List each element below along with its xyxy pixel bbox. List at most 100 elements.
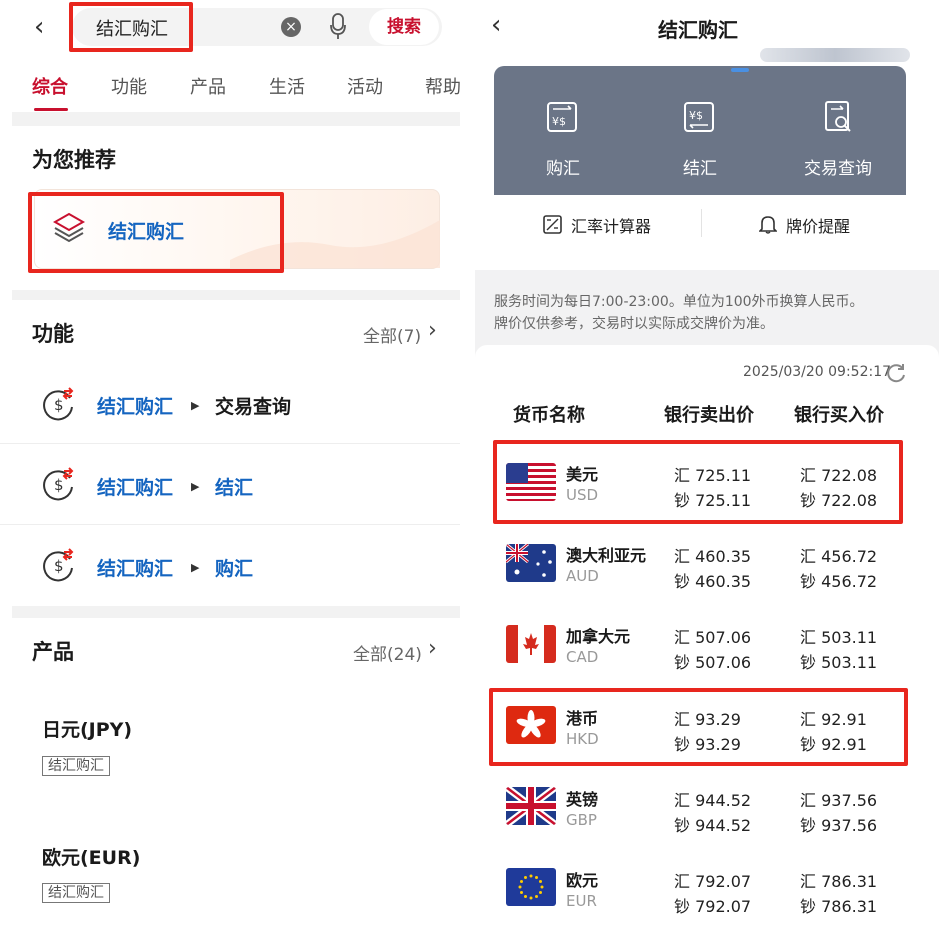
rate-type-cash: 钞: [800, 897, 817, 916]
search-query-highlight: [69, 2, 193, 52]
chevron-right-icon[interactable]: ›: [428, 636, 437, 661]
clear-icon[interactable]: ×: [281, 17, 301, 37]
svg-text:¥$: ¥$: [552, 115, 566, 128]
svg-text:¥$: ¥$: [689, 109, 703, 122]
functions-more-link[interactable]: 全部(7): [363, 322, 421, 347]
bell-icon[interactable]: [759, 214, 777, 234]
calculator-icon[interactable]: [543, 215, 562, 234]
tab-functions[interactable]: 功能: [111, 73, 147, 99]
tab-products[interactable]: 产品: [190, 73, 226, 99]
tab-help[interactable]: 帮助: [425, 73, 461, 99]
sell-fx-label[interactable]: 结汇: [683, 154, 717, 179]
product-tag: 结汇购汇: [42, 883, 110, 903]
transaction-query-icon[interactable]: [821, 100, 855, 134]
header-currency-name: 货币名称: [513, 405, 585, 426]
triangle-right-icon: ▶: [191, 561, 200, 574]
rate-type-cash: 钞: [800, 653, 817, 672]
buy-transfer-rate: 786.31: [821, 872, 878, 891]
usd-row-highlight: [493, 440, 903, 524]
tab-life[interactable]: 生活: [269, 73, 305, 99]
buy-cash-rate: 503.11: [821, 653, 878, 672]
layers-icon: [52, 212, 86, 243]
section-divider: [12, 112, 460, 126]
carousel-indicator: [731, 68, 749, 72]
back-chevron-icon[interactable]: ‹: [34, 14, 44, 40]
transaction-query-label[interactable]: 交易查询: [804, 154, 872, 179]
sell-cash-rate: 507.06: [695, 653, 752, 672]
currency-name: 欧元: [566, 871, 599, 890]
australia-flag-icon: [506, 544, 556, 582]
buy-transfer-rate: 937.56: [821, 791, 878, 810]
sell-transfer-rate: 460.35: [695, 547, 752, 566]
function-main-label: 结汇购汇: [97, 558, 174, 580]
rate-type-transfer: 汇: [800, 791, 817, 810]
active-tab-indicator: [34, 108, 68, 111]
blurred-banner: [760, 48, 910, 62]
buy-fx-icon[interactable]: ¥$: [545, 100, 579, 134]
buy-cash-rate: 786.31: [821, 897, 878, 916]
update-timestamp: 2025/03/20 09:52:17: [743, 364, 892, 380]
sell-cash-rate: 792.07: [695, 897, 752, 916]
currency-code: EUR: [566, 892, 597, 910]
product-name[interactable]: 日元(JPY): [42, 715, 132, 742]
function-sub-label: 交易查询: [215, 396, 292, 418]
recommend-title: 为您推荐: [32, 148, 116, 172]
product-name[interactable]: 欧元(EUR): [42, 843, 140, 870]
section-divider: [12, 290, 460, 300]
rate-type-transfer: 汇: [674, 791, 691, 810]
rate-calculator-button[interactable]: 汇率计算器: [571, 213, 651, 237]
rate-type-cash: 钞: [674, 572, 691, 591]
tab-comprehensive[interactable]: 综合: [32, 73, 68, 99]
chevron-right-icon[interactable]: ›: [428, 318, 437, 343]
microphone-icon[interactable]: [330, 13, 346, 40]
rate-type-cash: 钞: [800, 572, 817, 591]
search-category-tabs: 综合 功能 产品 生活 活动 帮助: [0, 58, 472, 118]
currency-exchange-icon: $: [43, 548, 74, 582]
rate-type-transfer: 汇: [800, 872, 817, 891]
sell-cash-rate: 944.52: [695, 816, 752, 835]
products-more-link[interactable]: 全部(24): [353, 640, 422, 665]
canada-flag-icon: [506, 625, 556, 663]
rate-type-transfer: 汇: [674, 628, 691, 647]
back-chevron-icon[interactable]: ‹: [491, 12, 501, 38]
svg-text:$: $: [54, 476, 64, 494]
buy-transfer-rate: 456.72: [821, 547, 878, 566]
triangle-right-icon: ▶: [191, 399, 200, 412]
service-notice-line2: 牌价仅供参考，交易时以实际成交牌价为准。: [494, 316, 774, 332]
buy-cash-rate: 456.72: [821, 572, 878, 591]
recommend-item-label[interactable]: 结汇购汇: [108, 217, 184, 244]
tab-activities[interactable]: 活动: [347, 73, 383, 99]
function-main-label: 结汇购汇: [97, 396, 174, 418]
currency-code: AUD: [566, 567, 599, 585]
page-title: 结汇购汇: [658, 18, 738, 42]
rate-alert-button[interactable]: 牌价提醒: [786, 213, 850, 237]
left-search-panel: ‹ 结汇购汇 × 搜索 综合 功能 产品 生活 活动 帮助 为您推荐 结汇购汇 …: [0, 0, 472, 925]
sell-transfer-rate: 507.06: [695, 628, 752, 647]
rate-type-cash: 钞: [800, 816, 817, 835]
function-sub-label: 购汇: [215, 558, 254, 580]
svg-text:$: $: [54, 557, 64, 575]
products-title: 产品: [32, 640, 74, 664]
header-bank-buy: 银行买入价: [794, 405, 884, 426]
rate-type-transfer: 汇: [800, 547, 817, 566]
tools-divider: [701, 209, 702, 237]
triangle-right-icon: ▶: [191, 480, 200, 493]
sell-fx-icon[interactable]: ¥$: [682, 100, 716, 134]
svg-text:$: $: [54, 396, 64, 414]
functions-title: 功能: [32, 322, 74, 346]
eu-flag-icon: [506, 868, 556, 906]
refresh-icon[interactable]: [885, 362, 907, 384]
rate-type-cash: 钞: [674, 653, 691, 672]
sell-transfer-rate: 792.07: [695, 872, 752, 891]
currency-code: GBP: [566, 811, 597, 829]
service-notice-line1: 服务时间为每日7:00-23:00。单位为100外币换算人民币。: [494, 294, 864, 310]
header-bank-sell: 银行卖出价: [664, 405, 754, 426]
rate-type-transfer: 汇: [800, 628, 817, 647]
search-button[interactable]: 搜索: [369, 9, 439, 45]
buy-fx-label[interactable]: 购汇: [546, 154, 580, 179]
currency-code: CAD: [566, 648, 599, 666]
currency-name: 澳大利亚元: [566, 546, 647, 565]
right-exchange-panel: ‹ 结汇购汇 ¥$ 购汇 ¥$ 结汇 交易查询 汇率计算器 牌价提醒 服务时间为…: [475, 0, 939, 925]
rate-type-cash: 钞: [674, 897, 691, 916]
rate-type-transfer: 汇: [674, 547, 691, 566]
